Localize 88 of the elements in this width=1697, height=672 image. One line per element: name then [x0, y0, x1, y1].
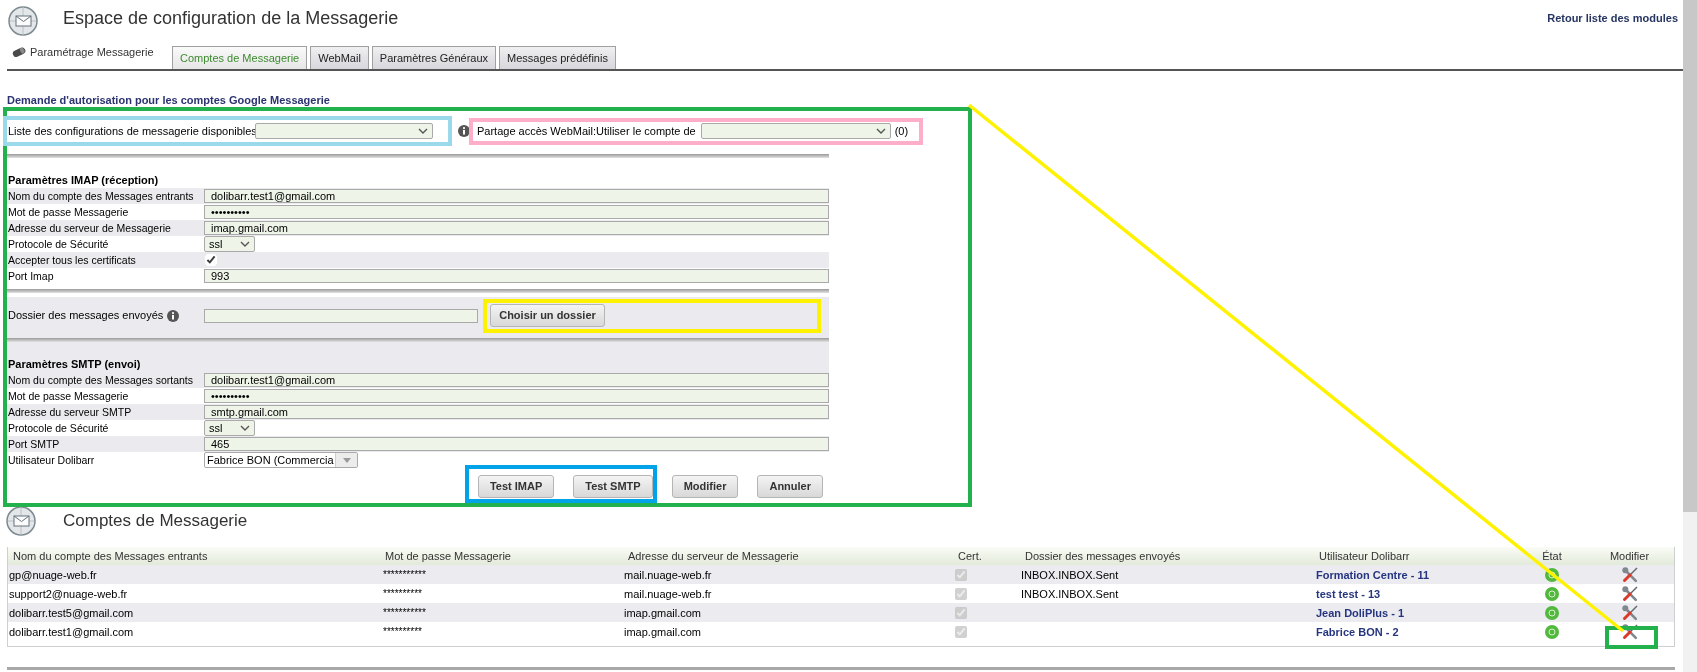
wrench-screwdriver-icon[interactable]: [1621, 585, 1638, 602]
table-cell: support2@nuage-web.fr: [9, 586, 128, 601]
field-label: Protocole de Sécurité: [7, 421, 110, 435]
tab[interactable]: Paramètres Généraux: [371, 46, 497, 69]
field-label: Nom du compte des Messages entrants: [7, 189, 195, 203]
select-field[interactable]: ssl: [204, 236, 255, 252]
field-label: Port SMTP: [7, 437, 61, 451]
user-link[interactable]: Formation Centre - 11: [1316, 567, 1430, 582]
cancel-button[interactable]: Annuler: [757, 475, 823, 498]
text-field[interactable]: dolibarr.test1@gmail.com: [204, 189, 829, 203]
caret-down-icon: [342, 457, 351, 463]
table-cell: mail.nuage-web.fr: [624, 567, 712, 582]
select-field[interactable]: [700, 123, 891, 139]
chevron-down-icon: [240, 425, 250, 431]
field-label: Adresse du serveur SMTP: [7, 405, 133, 419]
field-label: Protocole de Sécurité: [7, 237, 110, 251]
table-cell: mail.nuage-web.fr: [624, 586, 712, 601]
user-link[interactable]: Fabrice BON - 2: [1316, 624, 1399, 639]
field-label: Nom du compte des Messages sortants: [7, 373, 194, 387]
user-link[interactable]: Jean DoliPlus - 1: [1316, 605, 1405, 620]
count-label: (0): [894, 123, 909, 139]
scrollbar-thumb[interactable]: [1683, 0, 1697, 512]
column-header: Dossier des messages envoyés: [1025, 549, 1181, 563]
user-link[interactable]: test test - 13: [1316, 586, 1381, 601]
column-header: Mot de passe Messagerie: [385, 549, 511, 563]
column-header: Adresse du serveur de Messagerie: [628, 549, 799, 563]
field-label: Dossier des messages envoyés: [8, 308, 164, 324]
table-cell: gp@nuage-web.fr: [9, 567, 97, 582]
combo-field[interactable]: Fabrice BON (Commercia: [204, 452, 358, 468]
table-cell: ***********: [383, 606, 426, 619]
tab[interactable]: WebMail: [310, 46, 369, 69]
text-field[interactable]: smtp.gmail.com: [204, 405, 829, 419]
select-field[interactable]: [255, 123, 433, 139]
tab-heading: Paramétrage Messagerie: [30, 45, 154, 59]
table-cell: INBOX.INBOX.Sent: [1021, 586, 1119, 601]
table-cell: imap.gmail.com: [624, 605, 702, 620]
wrench-screwdriver-icon[interactable]: [1621, 623, 1638, 640]
group-title: Paramètres SMTP (envoi): [7, 357, 141, 371]
wrench-screwdriver-icon[interactable]: [1621, 604, 1638, 621]
text-field[interactable]: ••••••••••: [204, 205, 829, 219]
chevron-down-icon: [875, 128, 886, 134]
section-heading: Demande d'autorisation pour les comptes Google Messagerie: [7, 94, 330, 107]
field-label: Liste des configurations de messagerie disponibles: [8, 123, 257, 139]
table-cell: **********: [383, 587, 422, 600]
info-icon: [458, 125, 470, 137]
table-cell: INBOX.INBOX.Sent: [1021, 567, 1119, 582]
table-cell: imap.gmail.com: [624, 624, 702, 639]
test-imap-button[interactable]: Test IMAP: [477, 475, 555, 498]
tab[interactable]: Messages prédéfinis: [499, 46, 616, 69]
text-field[interactable]: dolibarr.test1@gmail.com: [204, 373, 829, 387]
text-field[interactable]: [204, 308, 478, 323]
chevron-down-icon: [418, 128, 428, 134]
wrench-screwdriver-icon[interactable]: [1621, 566, 1638, 583]
select-field[interactable]: ssl: [204, 420, 255, 436]
tab[interactable]: Comptes de Messagerie: [172, 46, 308, 69]
choose-folder-button[interactable]: Choisir un dossier: [490, 304, 605, 327]
page-title: Espace de configuration de la Messagerie: [63, 7, 399, 29]
column-header: Modifier: [1609, 549, 1650, 563]
text-field[interactable]: 465: [204, 437, 829, 451]
table-cell: dolibarr.test1@gmail.com: [9, 624, 134, 639]
test-smtp-button[interactable]: Test SMTP: [573, 475, 653, 498]
column-header: Nom du compte des Messages entrants: [13, 549, 208, 563]
field-label: Mot de passe Messagerie: [7, 389, 130, 403]
group-title: Paramètres IMAP (réception): [7, 173, 159, 187]
table-cell: dolibarr.test5@gmail.com: [9, 605, 134, 620]
back-link[interactable]: Retour liste des modules: [1547, 12, 1678, 25]
chevron-down-icon: [240, 241, 250, 247]
info-icon: [167, 309, 180, 322]
table-cell: ***********: [383, 568, 426, 581]
field-label: Mot de passe Messagerie: [7, 205, 130, 219]
checkbox[interactable]: [205, 254, 217, 266]
text-field[interactable]: ••••••••••: [204, 389, 829, 403]
field-label: Accepter tous les certificats: [7, 253, 137, 267]
modify-button[interactable]: Modifier: [671, 475, 739, 498]
cylinder-icon: [12, 46, 26, 58]
globe-envelope-icon: [6, 506, 36, 536]
field-label: Utilisateur Dolibarr: [7, 453, 96, 467]
field-label: Adresse du serveur de Messagerie: [7, 221, 172, 235]
table-cell: **********: [383, 625, 422, 638]
column-header: État: [1542, 549, 1562, 563]
text-field[interactable]: imap.gmail.com: [204, 221, 829, 235]
section-title: Comptes de Messagerie: [63, 510, 248, 532]
field-label: Port Imap: [7, 269, 55, 283]
column-header: Utilisateur Dolibarr: [1319, 549, 1410, 563]
text-field[interactable]: 993: [204, 269, 829, 283]
field-label: Partage accès WebMail:Utiliser le compte de: [477, 123, 696, 139]
column-header: Cert.: [958, 549, 982, 563]
globe-envelope-icon: [8, 6, 38, 36]
